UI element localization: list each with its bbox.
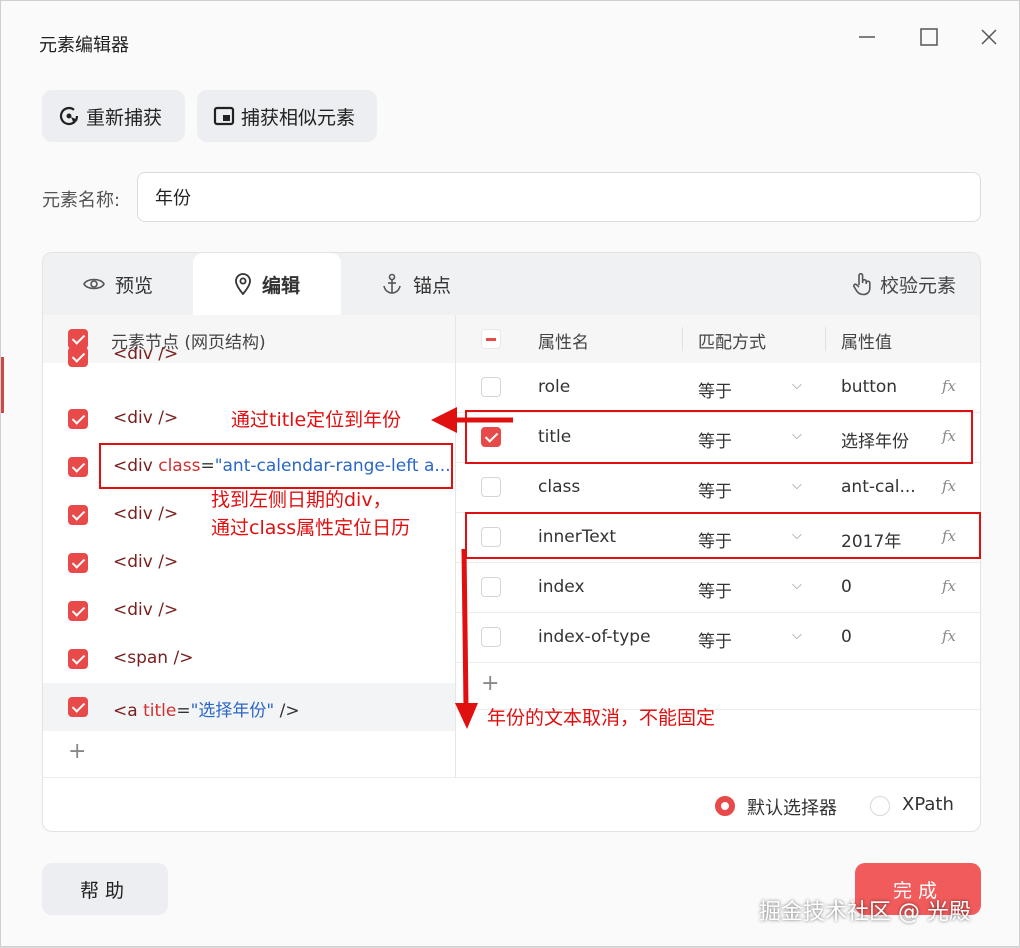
watermark: 掘金技术社区 @ 光殿 xyxy=(759,900,971,925)
annotation-arrows xyxy=(431,407,513,729)
arrow-icon-down xyxy=(455,548,478,729)
element-editor-window: 元素编辑器 重新捕获 捕获相似元素 元素名称: 年份 预览 编辑 锚点 校验元素… xyxy=(0,0,1020,947)
arrow-icon-left xyxy=(431,407,513,433)
